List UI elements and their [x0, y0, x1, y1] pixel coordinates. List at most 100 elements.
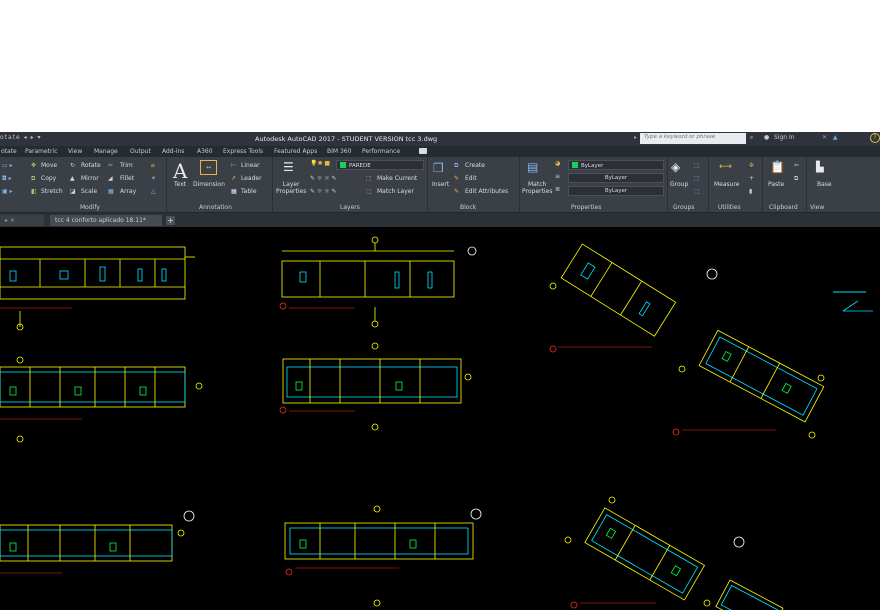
- new-tab-button[interactable]: +: [166, 216, 175, 225]
- match-layer-button[interactable]: Match Layer: [377, 188, 414, 195]
- edit-attributes-icon: ✎: [454, 188, 460, 195]
- scale-icon: ◪: [70, 188, 76, 195]
- axis-bubble: [608, 496, 616, 504]
- layer-tools-icons-2[interactable]: ✎ ☼ ☼ ✎: [310, 188, 337, 195]
- floor-plan-6: [279, 342, 472, 431]
- tab-bim-360[interactable]: BIM 360: [327, 148, 351, 155]
- tab-manage[interactable]: Manage: [94, 148, 118, 155]
- edit-block-icon: ✎: [454, 175, 460, 182]
- tab-parametric[interactable]: Parametric: [25, 148, 58, 155]
- tab-featured-apps[interactable]: Featured Apps: [274, 148, 317, 155]
- search-input[interactable]: Type a keyword or phrase: [640, 133, 746, 144]
- tab-performance[interactable]: Performance: [362, 148, 400, 155]
- floor-plan-10: [715, 579, 784, 610]
- layer-properties-button[interactable]: Layer Properties: [276, 181, 306, 195]
- mirror-button[interactable]: Mirror: [81, 175, 99, 182]
- text-button[interactable]: Text: [174, 181, 186, 188]
- drawing-canvas[interactable]: [0, 227, 880, 610]
- linetype-dropdown[interactable]: ByLayer: [568, 173, 664, 183]
- layer-state-icons: 💡✺ ■: [310, 160, 331, 167]
- panel-view-label[interactable]: View: [810, 204, 824, 211]
- tab-express-tools[interactable]: Express Tools: [223, 148, 263, 155]
- panel-divider: [166, 157, 167, 213]
- insert-button[interactable]: Insert: [432, 181, 449, 188]
- base-button[interactable]: Base: [817, 181, 832, 188]
- binoculars-icon[interactable]: ⌕: [750, 134, 753, 142]
- sign-in-button[interactable]: Sign In: [774, 134, 795, 141]
- tab-output[interactable]: Output: [130, 148, 151, 155]
- layer-tools-icons[interactable]: ✎ ☼ ☼ ✎: [310, 175, 337, 182]
- measure-button[interactable]: Measure: [714, 181, 740, 188]
- group-icon: ◈: [671, 160, 681, 174]
- scale-button[interactable]: Scale: [81, 188, 97, 195]
- panel-divider: [667, 157, 668, 213]
- ribbon-panel-title-bar: [0, 202, 880, 213]
- rotate-icon: ↻: [70, 162, 76, 169]
- copy-clip-icon[interactable]: ⧉: [794, 175, 798, 183]
- id-point-icon[interactable]: +: [749, 175, 754, 182]
- quick-access-toolbar[interactable]: otate ◂ ▸ ▾: [0, 134, 42, 141]
- make-current-button[interactable]: Make Current: [377, 175, 417, 182]
- calculator-icon[interactable]: ▮: [749, 188, 752, 195]
- rotate-button[interactable]: Rotate: [81, 162, 101, 169]
- match-properties-button[interactable]: Match Properties: [522, 181, 552, 195]
- tab-rotate[interactable]: otate: [1, 148, 17, 155]
- panel-clipboard-label[interactable]: Clipboard: [769, 204, 798, 211]
- panel-divider: [519, 157, 520, 213]
- panel-block-label[interactable]: Block: [460, 204, 476, 211]
- group-select-icon[interactable]: ⬚: [694, 188, 700, 195]
- leader-button[interactable]: Leader: [241, 175, 262, 182]
- panel-divider: [708, 157, 709, 213]
- layer-dropdown[interactable]: PAREDE: [336, 160, 424, 170]
- tab-overflow-icon[interactable]: [419, 148, 427, 154]
- tab-view[interactable]: View: [68, 148, 82, 155]
- exchange-apps-icon[interactable]: ✕ ▲: [822, 134, 840, 141]
- ungroup-icon[interactable]: ⬚: [694, 162, 700, 169]
- cut-icon[interactable]: ✂: [794, 162, 799, 169]
- color-dropdown[interactable]: ByLayer: [568, 160, 664, 170]
- panel-annotation-label[interactable]: Annotation: [199, 204, 232, 211]
- quick-select-icon[interactable]: ✲: [749, 162, 754, 169]
- ribbon-panel: ▭ ▸ ◘ ▸ ▣ ▸ ✥ Move ⧉ Copy ◧ Stretch ↻ Ro…: [0, 157, 880, 213]
- copy-button[interactable]: Copy: [41, 175, 56, 182]
- panel-properties-label[interactable]: Properties: [571, 204, 601, 211]
- panel-divider: [806, 157, 807, 213]
- panel-groups-label[interactable]: Groups: [673, 204, 694, 211]
- hatch-icon[interactable]: ◘ ▸: [2, 175, 12, 182]
- edit-block-button[interactable]: Edit: [465, 175, 477, 182]
- drawing-svg[interactable]: [0, 227, 880, 610]
- color-value: ByLayer: [581, 163, 604, 169]
- tab-a360[interactable]: A360: [197, 148, 213, 155]
- axis-bubble: [549, 282, 557, 290]
- file-tab-active[interactable]: tcc 4 conforto aplicado 18.11*: [50, 215, 162, 226]
- create-block-button[interactable]: Create: [465, 162, 485, 169]
- file-tab-start[interactable]: ▸ ✕: [0, 215, 44, 226]
- stretch-button[interactable]: Stretch: [41, 188, 63, 195]
- trim-button[interactable]: Trim: [120, 162, 133, 169]
- erase-icon[interactable]: ⌀: [151, 162, 155, 169]
- table-button[interactable]: Table: [241, 188, 257, 195]
- search-expand-icon[interactable]: ▸: [634, 134, 637, 141]
- edit-attributes-button[interactable]: Edit Attributes: [465, 188, 508, 195]
- panel-layers-label[interactable]: Layers: [340, 204, 360, 211]
- panel-utilities-label[interactable]: Utilities: [718, 204, 741, 211]
- region-icon[interactable]: ▣ ▸: [2, 188, 13, 195]
- help-icon[interactable]: ?: [870, 133, 880, 143]
- lineweight-dropdown[interactable]: ByLayer: [568, 186, 664, 196]
- group-edit-icon[interactable]: ⬚: [694, 175, 700, 182]
- circle-icon[interactable]: ▭ ▸: [2, 162, 13, 169]
- offset-icon[interactable]: △: [151, 188, 156, 195]
- linear-icon: ⊢: [231, 162, 237, 169]
- panel-modify-label[interactable]: Modify: [80, 204, 100, 211]
- floor-plan-4: [698, 329, 825, 423]
- fillet-button[interactable]: Fillet: [120, 175, 134, 182]
- paste-button[interactable]: Paste: [768, 181, 784, 188]
- explode-icon[interactable]: ✶: [151, 175, 156, 182]
- move-button[interactable]: Move: [41, 162, 57, 169]
- linear-button[interactable]: Linear: [241, 162, 260, 169]
- tab-add-ins[interactable]: Add-ins: [162, 148, 184, 155]
- array-button[interactable]: Array: [120, 188, 136, 195]
- stretch-icon: ◧: [31, 188, 37, 195]
- dimension-button[interactable]: Dimension: [193, 181, 225, 188]
- group-button[interactable]: Group: [670, 181, 688, 188]
